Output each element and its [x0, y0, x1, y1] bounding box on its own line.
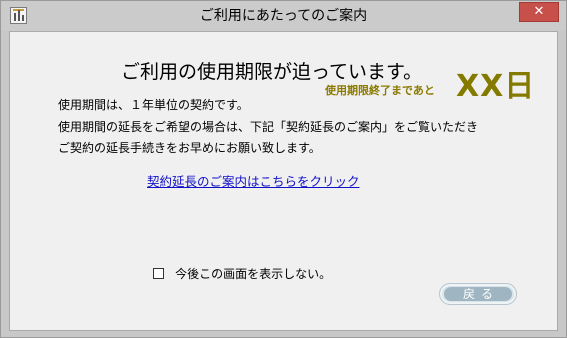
title-bar[interactable]: ご利用にあたってのご案内 ✕ — [1, 1, 566, 31]
notice-line-3: ご契約の延長手続きをお早めにお願い致します。 — [58, 141, 321, 155]
dialog-window: ご利用にあたってのご案内 ✕ ご利用の使用期限が迫っています。 使用期限終了まで… — [0, 0, 567, 338]
days-remaining-value: XX日 — [456, 69, 536, 104]
dont-show-again-option[interactable]: 今後この画面を表示しない。 — [153, 263, 332, 281]
window-title: ご利用にあたってのご案内 — [199, 8, 368, 24]
contract-extension-link[interactable]: 契約延長のご案内はこちらをクリック — [147, 171, 360, 190]
back-button-label: 戻る — [462, 287, 499, 301]
dont-show-again-checkbox[interactable] — [153, 268, 164, 279]
close-icon: ✕ — [533, 4, 545, 19]
notice-line-2: 使用期間の延長をご希望の場合は、下記「契約延長のご案内」をご覧いただき — [58, 120, 479, 134]
notice-headline: ご利用の使用期限が迫っています。 — [121, 61, 423, 83]
notice-line-1: 使用期間は、１年単位の契約です。 — [58, 98, 249, 112]
back-button[interactable]: 戻る — [439, 283, 517, 305]
close-button[interactable]: ✕ — [519, 2, 559, 22]
dont-show-again-label: 今後この画面を表示しない。 — [175, 267, 332, 281]
days-remaining-label: 使用期限終了まであと — [325, 84, 435, 97]
